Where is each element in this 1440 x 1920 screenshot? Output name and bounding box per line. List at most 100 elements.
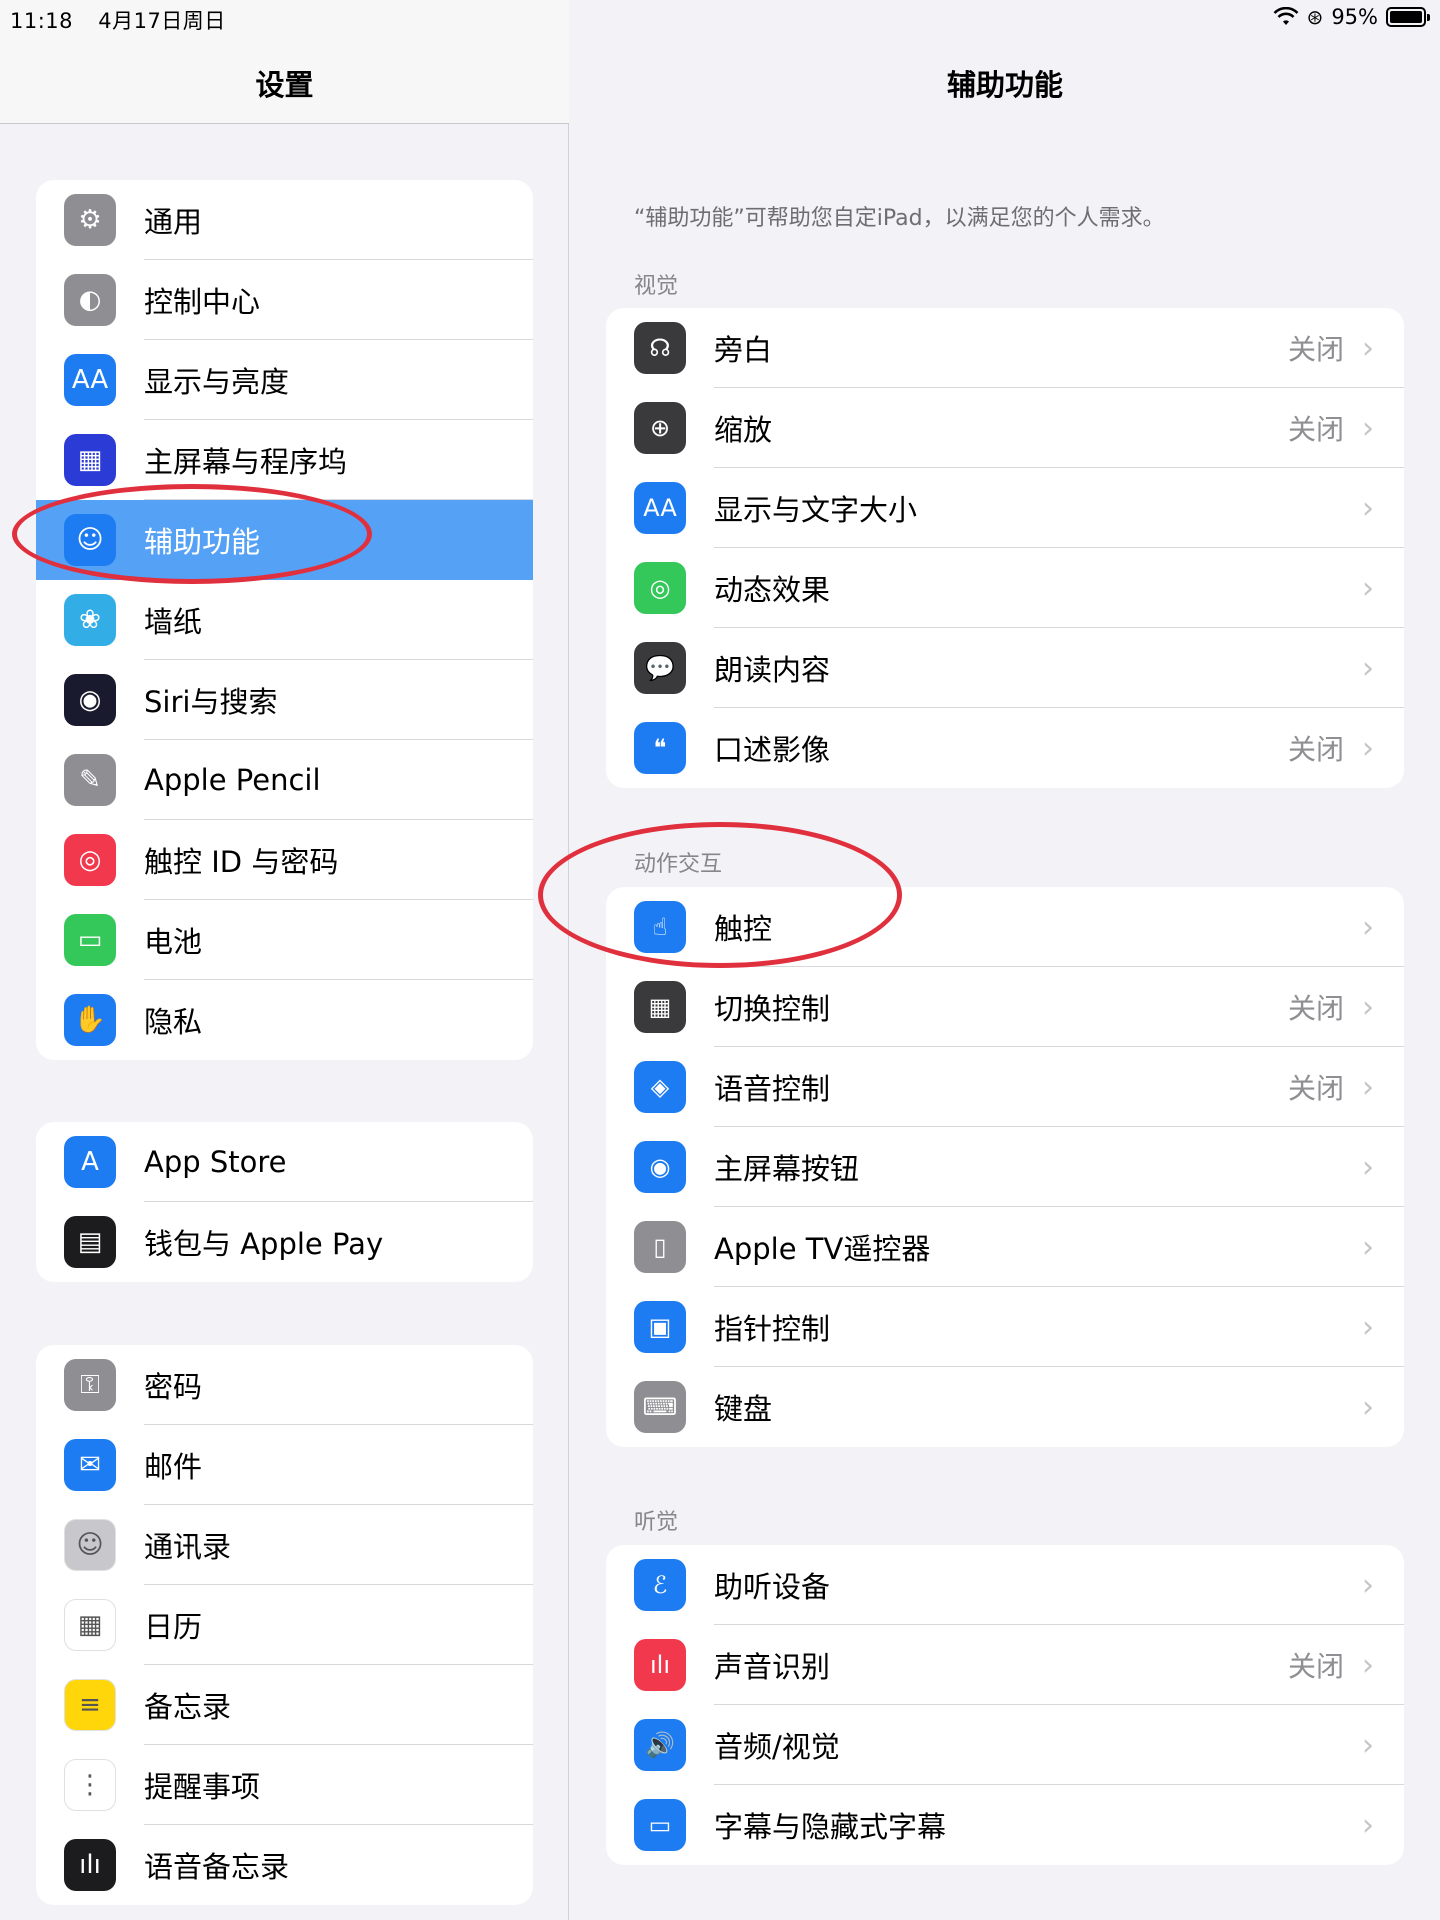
chevron-right-icon: › [1362,989,1374,1025]
chevron-right-icon: › [1362,1727,1374,1763]
battery-icon [1386,7,1430,27]
accessibility-row-remote[interactable]: ▯ Apple TV遥控器 › [606,1207,1404,1287]
wifi-icon [1273,7,1298,25]
accessibility-row-switch-control[interactable]: ▦ 切换控制 关闭 › [606,967,1404,1047]
chevron-right-icon: › [1362,1229,1374,1265]
row-label: 切换控制 [714,992,831,1026]
chevron-right-icon: › [1362,909,1374,945]
chevron-right-icon: › [1362,1069,1374,1105]
chevron-right-icon: › [1362,410,1374,446]
chevron-right-icon: › [1362,650,1374,686]
row-label: 钱包与 Apple Pay [144,1227,384,1261]
touch-icon: ☝ [634,901,686,953]
row-label: 通讯录 [144,1530,232,1564]
settings-group: ⚿ 密码 ✉ 邮件 ☺ 通讯录 ▦ 日历 ≡ 备忘录 ⋮ 提醒事项 ılı 语音备忘录 [36,1345,533,1905]
settings-group: ⚙ 通用 ◐ 控制中心 AA 显示与亮度 ▦ 主屏幕与程序坞 ☺ 辅助功能 ❀ 墙纸 ◉ Siri与搜索 ✎… [36,180,533,1060]
row-label: 辅助功能 [144,525,261,559]
sidebar-item-siri[interactable]: ◉ Siri与搜索 [36,660,533,740]
sidebar-item-hand[interactable]: ✋ 隐私 [36,980,533,1060]
accessibility-row-text-size[interactable]: AA 显示与文字大小 › [606,468,1404,548]
sound-recognition-icon: ılı [634,1639,686,1691]
sidebar-item-pencil[interactable]: ✎ Apple Pencil [36,740,533,820]
accessibility-row-voiceover[interactable]: ☊ 旁白 关闭 › [606,308,1404,388]
sidebar-item-accessibility[interactable]: ☺ 辅助功能 [36,500,533,580]
row-label: Apple Pencil [144,763,321,797]
sidebar-item-fingerprint[interactable]: ◎ 触控 ID 与密码 [36,820,533,900]
section-header: 动作交互 [634,852,723,877]
row-label: 缩放 [714,413,773,447]
row-label: 邮件 [144,1450,203,1484]
sidebar-item-notes[interactable]: ≡ 备忘录 [36,1665,533,1745]
voiceover-icon: ☊ [634,322,686,374]
text-size-icon: AA [634,482,686,534]
accessibility-row-audio-visual[interactable]: 🔊 音频/视觉 › [606,1705,1404,1785]
row-label: 主屏幕按钮 [714,1152,860,1186]
row-label: 密码 [144,1370,203,1404]
wallet-icon: ▤ [64,1216,116,1268]
accessibility-row-voice-control[interactable]: ◈ 语音控制 关闭 › [606,1047,1404,1127]
settings-group: A App Store ▤ 钱包与 Apple Pay [36,1122,533,1282]
row-label: 朗读内容 [714,653,831,687]
sidebar-item-app-store[interactable]: A App Store [36,1122,533,1202]
sidebar-item-contacts[interactable]: ☺ 通讯录 [36,1505,533,1585]
sidebar-item-calendar[interactable]: ▦ 日历 [36,1585,533,1665]
accessibility-row-keyboard[interactable]: ⌨ 键盘 › [606,1367,1404,1447]
sidebar-item-toggle[interactable]: ◐ 控制中心 [36,260,533,340]
row-label: 触控 [714,912,773,946]
accessibility-row-speech[interactable]: 💬 朗读内容 › [606,628,1404,708]
row-value: 关闭 [1287,1650,1344,1683]
voice-memo-icon: ılı [64,1839,116,1891]
row-label: 提醒事项 [144,1770,261,1804]
battery-icon: ▭ [64,914,116,966]
accessibility-row-home-button[interactable]: ◉ 主屏幕按钮 › [606,1127,1404,1207]
status-bar-left: 11:18 4月17日周日 [10,5,226,35]
flower-icon: ❀ [64,594,116,646]
sidebar-item-home-grid[interactable]: ▦ 主屏幕与程序坞 [36,420,533,500]
sidebar-item-key[interactable]: ⚿ 密码 [36,1345,533,1425]
pencil-icon: ✎ [64,754,116,806]
row-label: 日历 [144,1610,203,1644]
row-label: 控制中心 [144,285,261,319]
accessibility-row-sound-recognition[interactable]: ılı 声音识别 关闭 › [606,1625,1404,1705]
row-label: 语音控制 [714,1072,831,1106]
accessibility-row-captions[interactable]: ▭ 字幕与隐藏式字幕 › [606,1785,1404,1865]
accessibility-row-pointer[interactable]: ▣ 指针控制 › [606,1287,1404,1367]
captions-icon: ▭ [634,1799,686,1851]
voice-control-icon: ◈ [634,1061,686,1113]
accessibility-row-touch[interactable]: ☝ 触控 › [606,887,1404,967]
row-label: App Store [144,1145,287,1179]
row-label: 隐私 [144,1005,203,1039]
siri-icon: ◉ [64,674,116,726]
calendar-icon: ▦ [64,1599,116,1651]
row-value: 关闭 [1287,992,1344,1025]
sidebar-item-wallet[interactable]: ▤ 钱包与 Apple Pay [36,1202,533,1282]
accessibility-row-motion[interactable]: ◎ 动态效果 › [606,548,1404,628]
toggle-icon: ◐ [64,274,116,326]
notes-icon: ≡ [64,1679,116,1731]
sidebar-item-flower[interactable]: ❀ 墙纸 [36,580,533,660]
fingerprint-icon: ◎ [64,834,116,886]
contacts-icon: ☺ [64,1519,116,1571]
accessibility-row-ear[interactable]: ℰ 助听设备 › [606,1545,1404,1625]
sidebar-item-text-size[interactable]: AA 显示与亮度 [36,340,533,420]
sidebar-item-reminders[interactable]: ⋮ 提醒事项 [36,1745,533,1825]
sidebar-item-voice-memo[interactable]: ılı 语音备忘录 [36,1825,533,1905]
chevron-right-icon: › [1362,1647,1374,1683]
sidebar-item-mail[interactable]: ✉ 邮件 [36,1425,533,1505]
text-size-icon: AA [64,354,116,406]
reminders-icon: ⋮ [64,1759,116,1811]
row-label: 触控 ID 与密码 [144,845,339,879]
sidebar-title: 设置 [255,68,314,102]
sidebar-item-gear[interactable]: ⚙ 通用 [36,180,533,260]
chevron-right-icon: › [1362,1807,1374,1843]
accessibility-icon: ☺ [64,514,116,566]
row-label: Siri与搜索 [144,685,278,719]
sidebar-item-battery[interactable]: ▭ 电池 [36,900,533,980]
accessibility-row-zoom[interactable]: ⊕ 缩放 关闭 › [606,388,1404,468]
row-label: 字幕与隐藏式字幕 [714,1810,947,1844]
row-value: 关闭 [1287,333,1344,366]
row-label: 键盘 [714,1392,773,1426]
accessibility-group: ☝ 触控 › ▦ 切换控制 关闭 › ◈ 语音控制 关闭 › ◉ 主屏幕按钮 › ▯ Apple TV遥控器 ›… [606,887,1404,1447]
row-label: 旁白 [714,333,773,367]
accessibility-row-audio-description[interactable]: ❝ 口述影像 关闭 › [606,708,1404,788]
